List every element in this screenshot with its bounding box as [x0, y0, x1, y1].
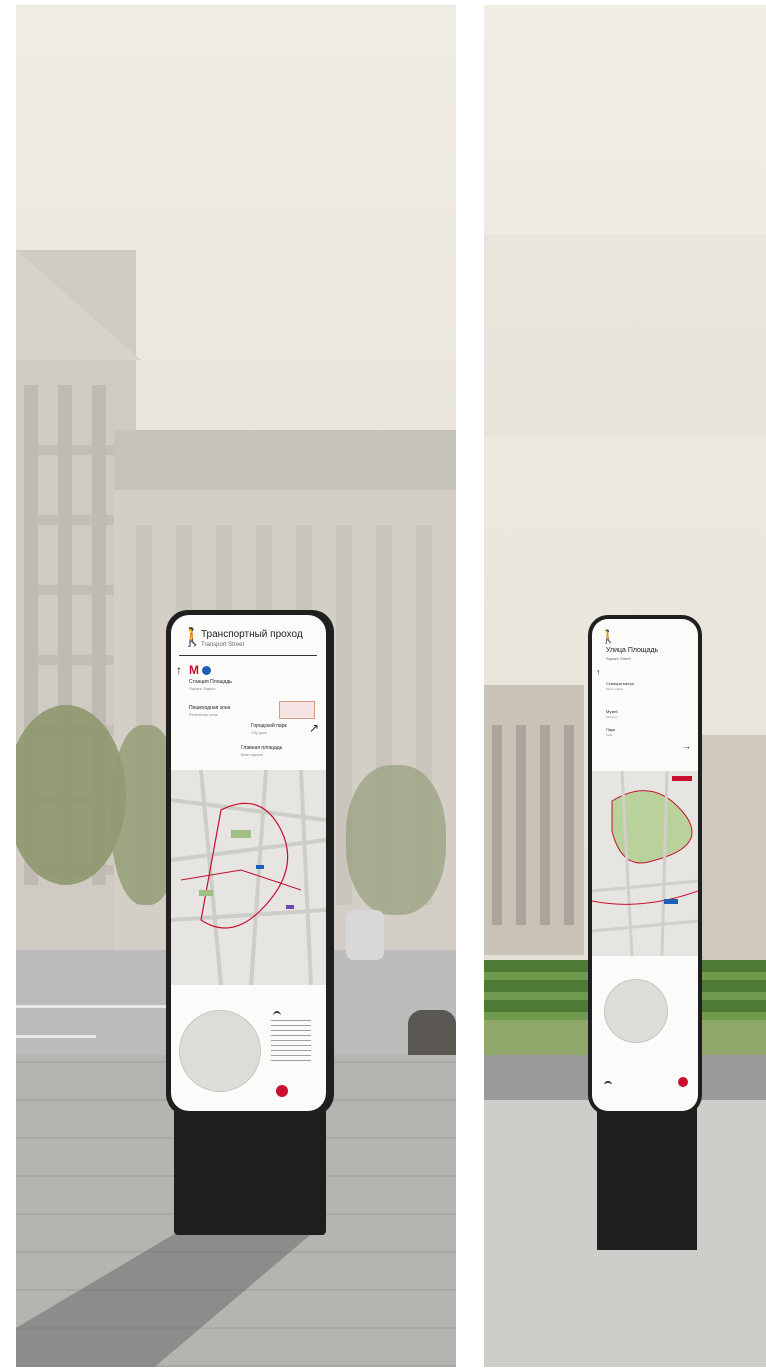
entry-label: Парк	[606, 727, 616, 732]
city-map-graphic	[171, 769, 326, 986]
entry-label: Музей	[606, 709, 618, 714]
arrow-right-icon: →	[682, 741, 691, 751]
sign-subtitle: Square Street	[606, 656, 631, 661]
entry-label: Пешеходная зона	[189, 705, 231, 711]
building-pediment	[16, 250, 141, 360]
brand-logo-icon	[276, 1085, 288, 1097]
sign-face: 🚶 Улица Площадь Square Street ↑ Станция …	[592, 619, 698, 1111]
overview-map-circle	[179, 1010, 261, 1092]
sign-title: Улица Площадь	[606, 647, 659, 654]
sign-subtitle: Transport Street	[201, 642, 245, 648]
overview-map-circle	[604, 979, 668, 1043]
landmark-pictogram	[279, 701, 315, 719]
left-photo-panel: 🚶 Транспортный проход Transport Street ↑…	[16, 5, 456, 1367]
bollard	[408, 1010, 456, 1060]
background-building-roof	[114, 430, 456, 490]
haze-building	[484, 235, 766, 435]
entry-sub: Museum	[606, 715, 618, 719]
city-map	[592, 770, 698, 957]
entry-sub: Metro station	[606, 687, 624, 691]
entry-label: Станция метро	[606, 681, 635, 686]
divider	[179, 655, 317, 656]
entry-label: Главная площадь	[241, 745, 283, 751]
road-marking	[16, 1005, 176, 1008]
metro-logo: М	[189, 663, 199, 677]
building-right	[699, 735, 766, 965]
sign-pillar-base	[174, 1105, 326, 1235]
car	[346, 910, 384, 960]
brand-logo-icon	[678, 1077, 688, 1087]
entry-sub: Park	[606, 733, 613, 737]
sign-title: Транспортный проход	[201, 629, 303, 640]
tree-right	[346, 765, 446, 915]
wifi-icon	[273, 1011, 281, 1021]
info-block	[271, 1020, 311, 1065]
sign-face: 🚶 Транспортный проход Transport Street ↑…	[171, 615, 326, 1111]
building-left-windows	[492, 725, 577, 925]
pedestrian-icon: 🚶	[600, 629, 617, 644]
arrow-up-icon: ↑	[176, 663, 182, 677]
entry-sub: Pedestrian zone	[189, 712, 218, 717]
entry-sub: Square Station	[189, 686, 216, 691]
entry-label: Станция Площадь	[189, 679, 232, 685]
entry-sub: Main square	[241, 752, 264, 757]
sign-pillar-base	[597, 1105, 697, 1250]
right-photo-panel: 🚶 Улица Площадь Square Street ↑ Станция …	[484, 5, 766, 1367]
arrow-up-icon: ↑	[596, 667, 601, 677]
entry-label: Городской парк	[251, 723, 287, 729]
road-marking	[16, 1035, 96, 1038]
metro-line-badge-icon	[202, 666, 211, 675]
city-map	[171, 769, 326, 986]
wifi-icon	[604, 1081, 612, 1089]
arrow-diagonal-icon: ↗	[309, 721, 320, 735]
entry-sub: City park	[251, 730, 267, 735]
city-map-graphic	[592, 770, 698, 957]
